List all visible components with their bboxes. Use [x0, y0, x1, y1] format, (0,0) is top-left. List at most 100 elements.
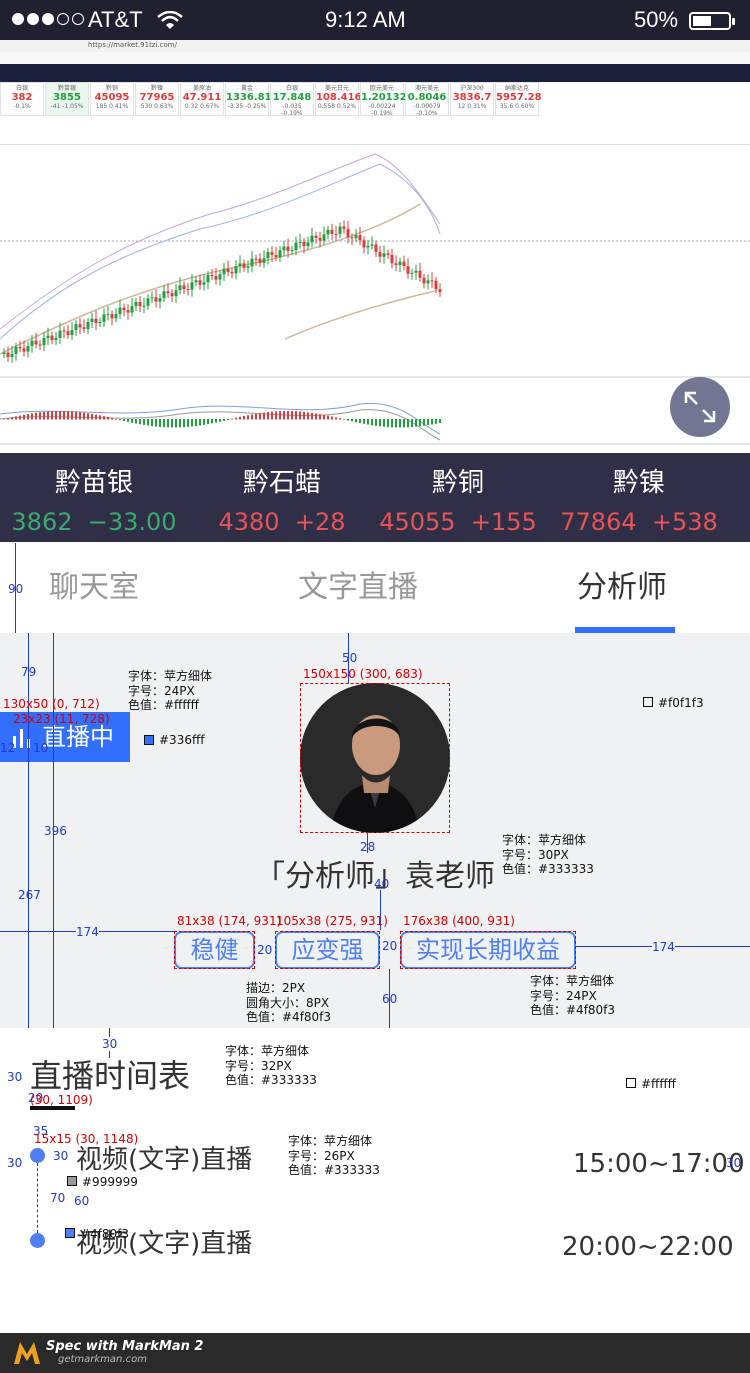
macd-bar: [183, 419, 185, 428]
macd-bar: [343, 419, 345, 420]
macd-bar: [15, 416, 17, 420]
candle-body: [334, 233, 338, 235]
candle-body: [258, 258, 262, 263]
macd-bar: [159, 419, 161, 427]
candle-body: [218, 274, 222, 280]
quote-tile[interactable]: 黔苗银 3855 -41 -1.05%: [45, 82, 89, 116]
measure-label: 30: [7, 1070, 23, 1084]
measure-label: 30: [726, 1156, 742, 1170]
quote-tile[interactable]: 纳斯达克 5957.28 35.6 0.60%: [495, 82, 542, 116]
candle-body: [434, 280, 438, 290]
candle-body: [298, 241, 302, 243]
candle-body: [78, 324, 82, 328]
measure-label: 90: [8, 582, 24, 596]
tag-dims-label: 81x38 (174, 931): [177, 914, 282, 928]
quote-tile-name: 沪深300: [460, 85, 484, 92]
candle-body: [394, 263, 398, 266]
quote-tile[interactable]: 黄金 1336.81 -3.35 -0.25%: [225, 82, 272, 116]
measure-label: 40: [374, 877, 390, 891]
site-header: [0, 64, 750, 82]
candle-body: [270, 252, 274, 255]
quote-tile[interactable]: 黔铜 45095 185 0.41%: [90, 82, 134, 116]
candle-body: [406, 266, 410, 274]
tab-text-live[interactable]: 文字直播: [295, 543, 421, 633]
price-item[interactable]: 黔苗银 3862 −33.00: [0, 453, 188, 537]
macd-bar: [111, 417, 113, 420]
candle-body: [306, 242, 310, 247]
macd-bar: [247, 415, 249, 420]
avatar-bounds: [300, 683, 450, 833]
quote-tile-change: 0.32 0.67%: [184, 103, 220, 110]
candle-body: [314, 235, 318, 238]
candle-body: [322, 234, 326, 241]
quote-tile[interactable]: 欧元美元 1.20132 -0.00224 -0.19%: [360, 82, 407, 117]
measure-label: 79: [21, 665, 37, 679]
quote-tile-value: 108.416: [316, 92, 362, 103]
macd-bar: [415, 419, 417, 427]
quote-tile[interactable]: 美元日元 108.416 0.558 0.52%: [315, 82, 362, 116]
macd-bar: [103, 416, 105, 420]
macd-bar: [419, 419, 421, 427]
quote-tile-name: 纳斯达克: [504, 85, 529, 92]
measure-label: 60: [74, 1194, 90, 1208]
quote-tile[interactable]: 黔镍 77965 530 0.63%: [135, 82, 179, 116]
quote-tile-value: 382: [11, 92, 33, 103]
macd-bar: [107, 416, 109, 420]
schedule-item-time: 20:00~22:00: [562, 1232, 734, 1262]
candle-body: [170, 293, 174, 297]
tab-chatroom[interactable]: 聊天室: [44, 543, 144, 633]
fullscreen-button[interactable]: [670, 377, 730, 437]
macd-bar: [307, 412, 309, 420]
candle-body: [50, 335, 54, 341]
macd-bar: [199, 419, 201, 426]
measure-label: 396: [44, 824, 67, 838]
candle-body: [362, 240, 366, 248]
macd-bar: [263, 412, 265, 420]
price-item[interactable]: 黔铜 45055 +155: [364, 453, 552, 537]
measure-label: 10: [33, 741, 49, 755]
macd-bar: [99, 415, 101, 420]
quote-tile[interactable]: 白银 382 -0.1%: [0, 82, 44, 116]
macd-bar: [427, 419, 429, 426]
macd-bar: [71, 411, 73, 420]
markman-footer: Spec with MarkMan 2 getmarkman.com: [0, 1333, 750, 1373]
macd-bar: [335, 417, 337, 420]
candle-body: [18, 346, 22, 349]
macd-bar: [355, 419, 357, 423]
tag-dims-label: 176x38 (400, 931): [403, 914, 515, 928]
quote-tile[interactable]: 澳元美元 0.8046 -0.00079 -0.10%: [405, 82, 449, 117]
quote-tile[interactable]: 美原油 47.911 0.32 0.67%: [180, 82, 224, 116]
macd-bar: [131, 419, 133, 423]
macd-bar: [83, 412, 85, 420]
candle-body: [90, 318, 94, 323]
candle-body: [210, 274, 214, 277]
quote-tile-change: -3.35 -0.25%: [227, 103, 267, 110]
macd-bar: [295, 411, 297, 420]
candle-body: [2, 352, 6, 354]
quote-tile[interactable]: 沪深300 3836.7 12 0.31%: [450, 82, 494, 116]
price-item[interactable]: 黔石蜡 4380 +28: [188, 453, 376, 537]
candle-body: [238, 263, 242, 267]
tab-analyst[interactable]: 分析师: [572, 543, 672, 633]
quote-tile-change: -0.1%: [13, 103, 31, 110]
macd-bar: [63, 411, 65, 420]
quote-tile-change: 185 0.41%: [95, 103, 129, 110]
macd-bar: [195, 419, 197, 427]
tag-border-note: 描边：2PX 圆角大小：8PX 色值：#4f80f3: [246, 981, 332, 1024]
candle-body: [278, 250, 282, 258]
candle-body: [134, 301, 138, 307]
candle-body: [342, 226, 346, 229]
candle-body: [338, 226, 342, 234]
quote-tile-value: 3855: [53, 92, 81, 103]
candle-body: [174, 290, 178, 297]
price-item[interactable]: 黔镍 77864 +538: [545, 453, 733, 537]
quote-tile-value: 1336.81: [226, 92, 272, 103]
footer-url[interactable]: getmarkman.com: [58, 1354, 147, 1365]
market-chart-screenshot[interactable]: https://market.91tzi.com/ 白银 382 -0.1% 黔苗银 3…: [0, 40, 750, 453]
quote-tile[interactable]: 白银 17.848 -0.035 -0.19%: [270, 82, 314, 117]
quote-tile-change: -0.00079 -0.10%: [413, 103, 441, 117]
macd-bar: [267, 412, 269, 420]
candle-body: [6, 352, 10, 357]
macd-bar: [271, 411, 273, 420]
macd-bar: [315, 413, 317, 420]
